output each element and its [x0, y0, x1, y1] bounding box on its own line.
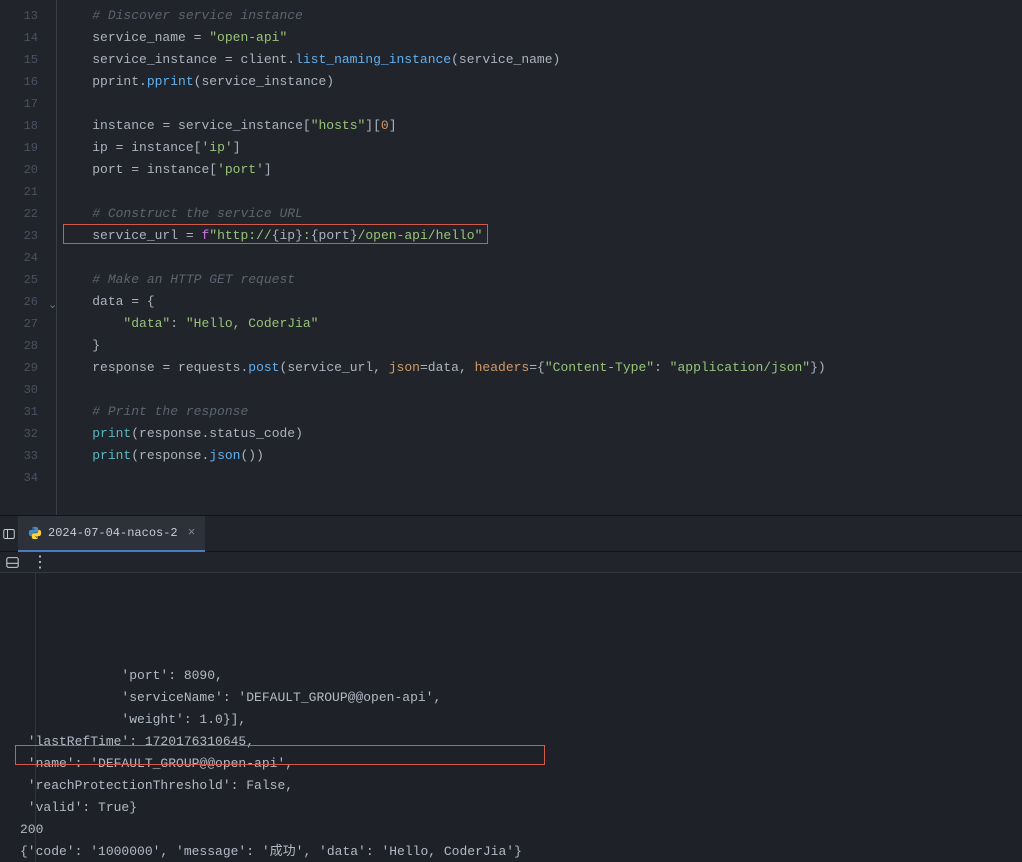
- terminal-line: 'name': 'DEFAULT_GROUP@@open-api',: [20, 753, 1022, 775]
- code-line[interactable]: response = requests.post(service_url, js…: [57, 357, 1022, 379]
- terminal-tab-label: 2024-07-04-nacos-2: [48, 526, 178, 540]
- line-number: 15: [0, 49, 38, 71]
- terminal-line: 'valid': True}: [20, 797, 1022, 819]
- line-number: 26: [0, 291, 38, 313]
- terminal-line: 200: [20, 819, 1022, 841]
- terminal-gutter-divider: [35, 573, 36, 862]
- line-number: 23: [0, 225, 38, 247]
- line-number: 32: [0, 423, 38, 445]
- terminal-line: 'port': 8090,: [20, 665, 1022, 687]
- code-line[interactable]: service_instance = client.list_naming_in…: [57, 49, 1022, 71]
- line-number: 33: [0, 445, 38, 467]
- python-file-icon: [28, 526, 42, 540]
- terminal-line: 'reachProtectionThreshold': False,: [20, 775, 1022, 797]
- panel-toggle-icon[interactable]: [0, 516, 18, 552]
- line-number: 29: [0, 357, 38, 379]
- code-line[interactable]: instance = service_instance["hosts"][0]: [57, 115, 1022, 137]
- code-editor[interactable]: 1314151617181920212223242526272829303132…: [0, 0, 1022, 515]
- code-line[interactable]: [57, 93, 1022, 115]
- terminal-line: 'serviceName': 'DEFAULT_GROUP@@open-api'…: [20, 687, 1022, 709]
- terminal-line: 'weight': 1.0}],: [20, 709, 1022, 731]
- code-area[interactable]: # Discover service instance service_name…: [56, 0, 1022, 515]
- code-line[interactable]: print(response.json()): [57, 445, 1022, 467]
- code-line[interactable]: port = instance['port']: [57, 159, 1022, 181]
- code-line[interactable]: print(response.status_code): [57, 423, 1022, 445]
- line-number: 24: [0, 247, 38, 269]
- code-line[interactable]: # Print the response: [57, 401, 1022, 423]
- line-number: 19: [0, 137, 38, 159]
- line-number: 34: [0, 467, 38, 489]
- close-icon[interactable]: ×: [188, 525, 196, 540]
- code-line[interactable]: data = {: [57, 291, 1022, 313]
- code-line[interactable]: service_url = f"http://{ip}:{port}/open-…: [57, 225, 1022, 247]
- code-line[interactable]: "data": "Hello, CoderJia": [57, 313, 1022, 335]
- line-number: 20: [0, 159, 38, 181]
- code-line[interactable]: # Construct the service URL: [57, 203, 1022, 225]
- code-line[interactable]: [57, 181, 1022, 203]
- line-number: 13: [0, 5, 38, 27]
- code-line[interactable]: }: [57, 335, 1022, 357]
- line-number: 28: [0, 335, 38, 357]
- line-number: 30: [0, 379, 38, 401]
- line-number: 18: [0, 115, 38, 137]
- line-number: 22: [0, 203, 38, 225]
- line-number: 17: [0, 93, 38, 115]
- code-line[interactable]: [57, 247, 1022, 269]
- code-line[interactable]: # Make an HTTP GET request: [57, 269, 1022, 291]
- code-line[interactable]: [57, 379, 1022, 401]
- layout-toggle-icon[interactable]: [4, 554, 20, 570]
- code-line[interactable]: [57, 467, 1022, 489]
- line-number: 27: [0, 313, 38, 335]
- line-number: 25: [0, 269, 38, 291]
- terminal-line: 'lastRefTime': 1720176310645,: [20, 731, 1022, 753]
- line-number: 16: [0, 71, 38, 93]
- terminal-tab-active[interactable]: 2024-07-04-nacos-2 ×: [18, 516, 205, 552]
- terminal-toolbar: ⋮: [0, 552, 1022, 573]
- line-number-gutter: 1314151617181920212223242526272829303132…: [0, 0, 56, 515]
- kebab-menu-icon[interactable]: ⋮: [32, 552, 48, 572]
- code-line[interactable]: # Discover service instance: [57, 5, 1022, 27]
- line-number: 14: [0, 27, 38, 49]
- code-line[interactable]: pprint.pprint(service_instance): [57, 71, 1022, 93]
- terminal-line: {'code': '1000000', 'message': '成功', 'da…: [20, 841, 1022, 862]
- terminal-panel: 2024-07-04-nacos-2 × ⋮ 'port': 8090, 'se…: [0, 515, 1022, 808]
- code-line[interactable]: ip = instance['ip']: [57, 137, 1022, 159]
- terminal-output[interactable]: 'port': 8090, 'serviceName': 'DEFAULT_GR…: [0, 573, 1022, 862]
- line-number: 21: [0, 181, 38, 203]
- terminal-tab-bar: 2024-07-04-nacos-2 ×: [0, 516, 1022, 552]
- line-number: 31: [0, 401, 38, 423]
- code-line[interactable]: service_name = "open-api": [57, 27, 1022, 49]
